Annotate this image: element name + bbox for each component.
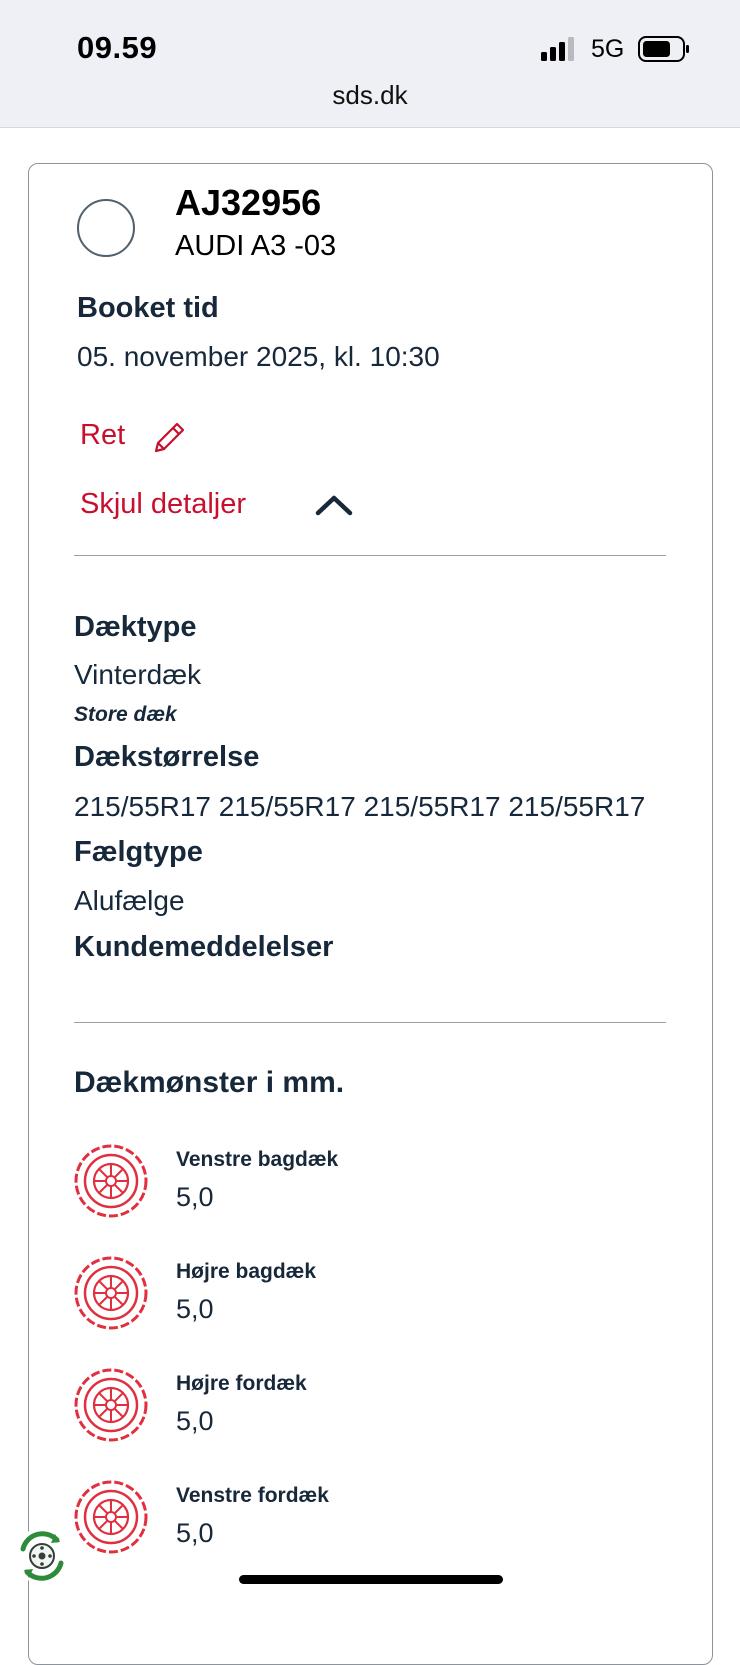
- tire-type-value: Vinterdæk: [74, 659, 202, 690]
- car-model: AUDI A3 -03: [175, 230, 337, 262]
- hide-details-link[interactable]: Skjul detaljer: [80, 488, 246, 521]
- license-plate: AJ32956: [175, 182, 322, 223]
- divider: [74, 555, 666, 556]
- edit-link[interactable]: Ret: [80, 419, 125, 452]
- tire-size-value: 215/55R17 215/55R17 215/55R17 215/55R17: [74, 791, 646, 822]
- tire-position-label: Venstre fordæk: [176, 1484, 329, 1507]
- battery-icon: [638, 36, 689, 62]
- rim-type-value: Alufælge: [74, 885, 185, 916]
- edit-link-label: Ret: [80, 419, 126, 451]
- booked-time-value: 05. november 2025, kl. 10:30: [77, 341, 440, 372]
- tire-icon: [74, 1480, 148, 1554]
- booked-time-label: Booket tid: [77, 292, 219, 324]
- address-bar-url[interactable]: sds.dk: [0, 80, 740, 111]
- tire-position-label: Højre bagdæk: [176, 1260, 317, 1283]
- status-time: 09.59: [77, 30, 158, 65]
- tire-type-label: Dæktype: [74, 611, 197, 643]
- chevron-up-icon[interactable]: [314, 492, 354, 518]
- tire-depth-value: 5,0: [176, 1182, 214, 1212]
- hide-details-label: Skjul detaljer: [80, 488, 247, 520]
- tire-row: Venstre fordæk 5,0: [74, 1480, 664, 1560]
- tire-icon: [74, 1256, 148, 1330]
- tire-position-label: Højre fordæk: [176, 1372, 307, 1395]
- tire-depth-value: 5,0: [176, 1406, 214, 1436]
- signal-icon: [541, 37, 574, 61]
- tire-note: Store dæk: [74, 703, 177, 726]
- tire-depth-value: 5,0: [176, 1294, 214, 1324]
- tire-position-label: Venstre bagdæk: [176, 1148, 339, 1171]
- customer-messages-label: Kundemeddelelser: [74, 931, 334, 963]
- tire-row: Venstre bagdæk 5,0: [74, 1144, 664, 1224]
- pencil-icon[interactable]: [150, 419, 188, 457]
- home-indicator[interactable]: [239, 1575, 503, 1584]
- status-bar: 09.59 5G sds.dk: [0, 0, 740, 128]
- tire-row: Højre bagdæk 5,0: [74, 1256, 664, 1336]
- divider: [74, 1022, 666, 1023]
- tire-icon: [74, 1368, 148, 1442]
- tire-depth-value: 5,0: [176, 1518, 214, 1548]
- select-booking-radio[interactable]: [77, 199, 135, 257]
- network-label: 5G: [591, 35, 625, 63]
- rim-type-label: Fælgtype: [74, 836, 203, 868]
- tire-row: Højre fordæk 5,0: [74, 1368, 664, 1448]
- tread-depth-title: Dækmønster i mm.: [74, 1066, 345, 1099]
- tire-icon: [74, 1144, 148, 1218]
- tire-size-label: Dækstørrelse: [74, 741, 260, 773]
- tire-service-badge-icon[interactable]: [13, 1527, 71, 1585]
